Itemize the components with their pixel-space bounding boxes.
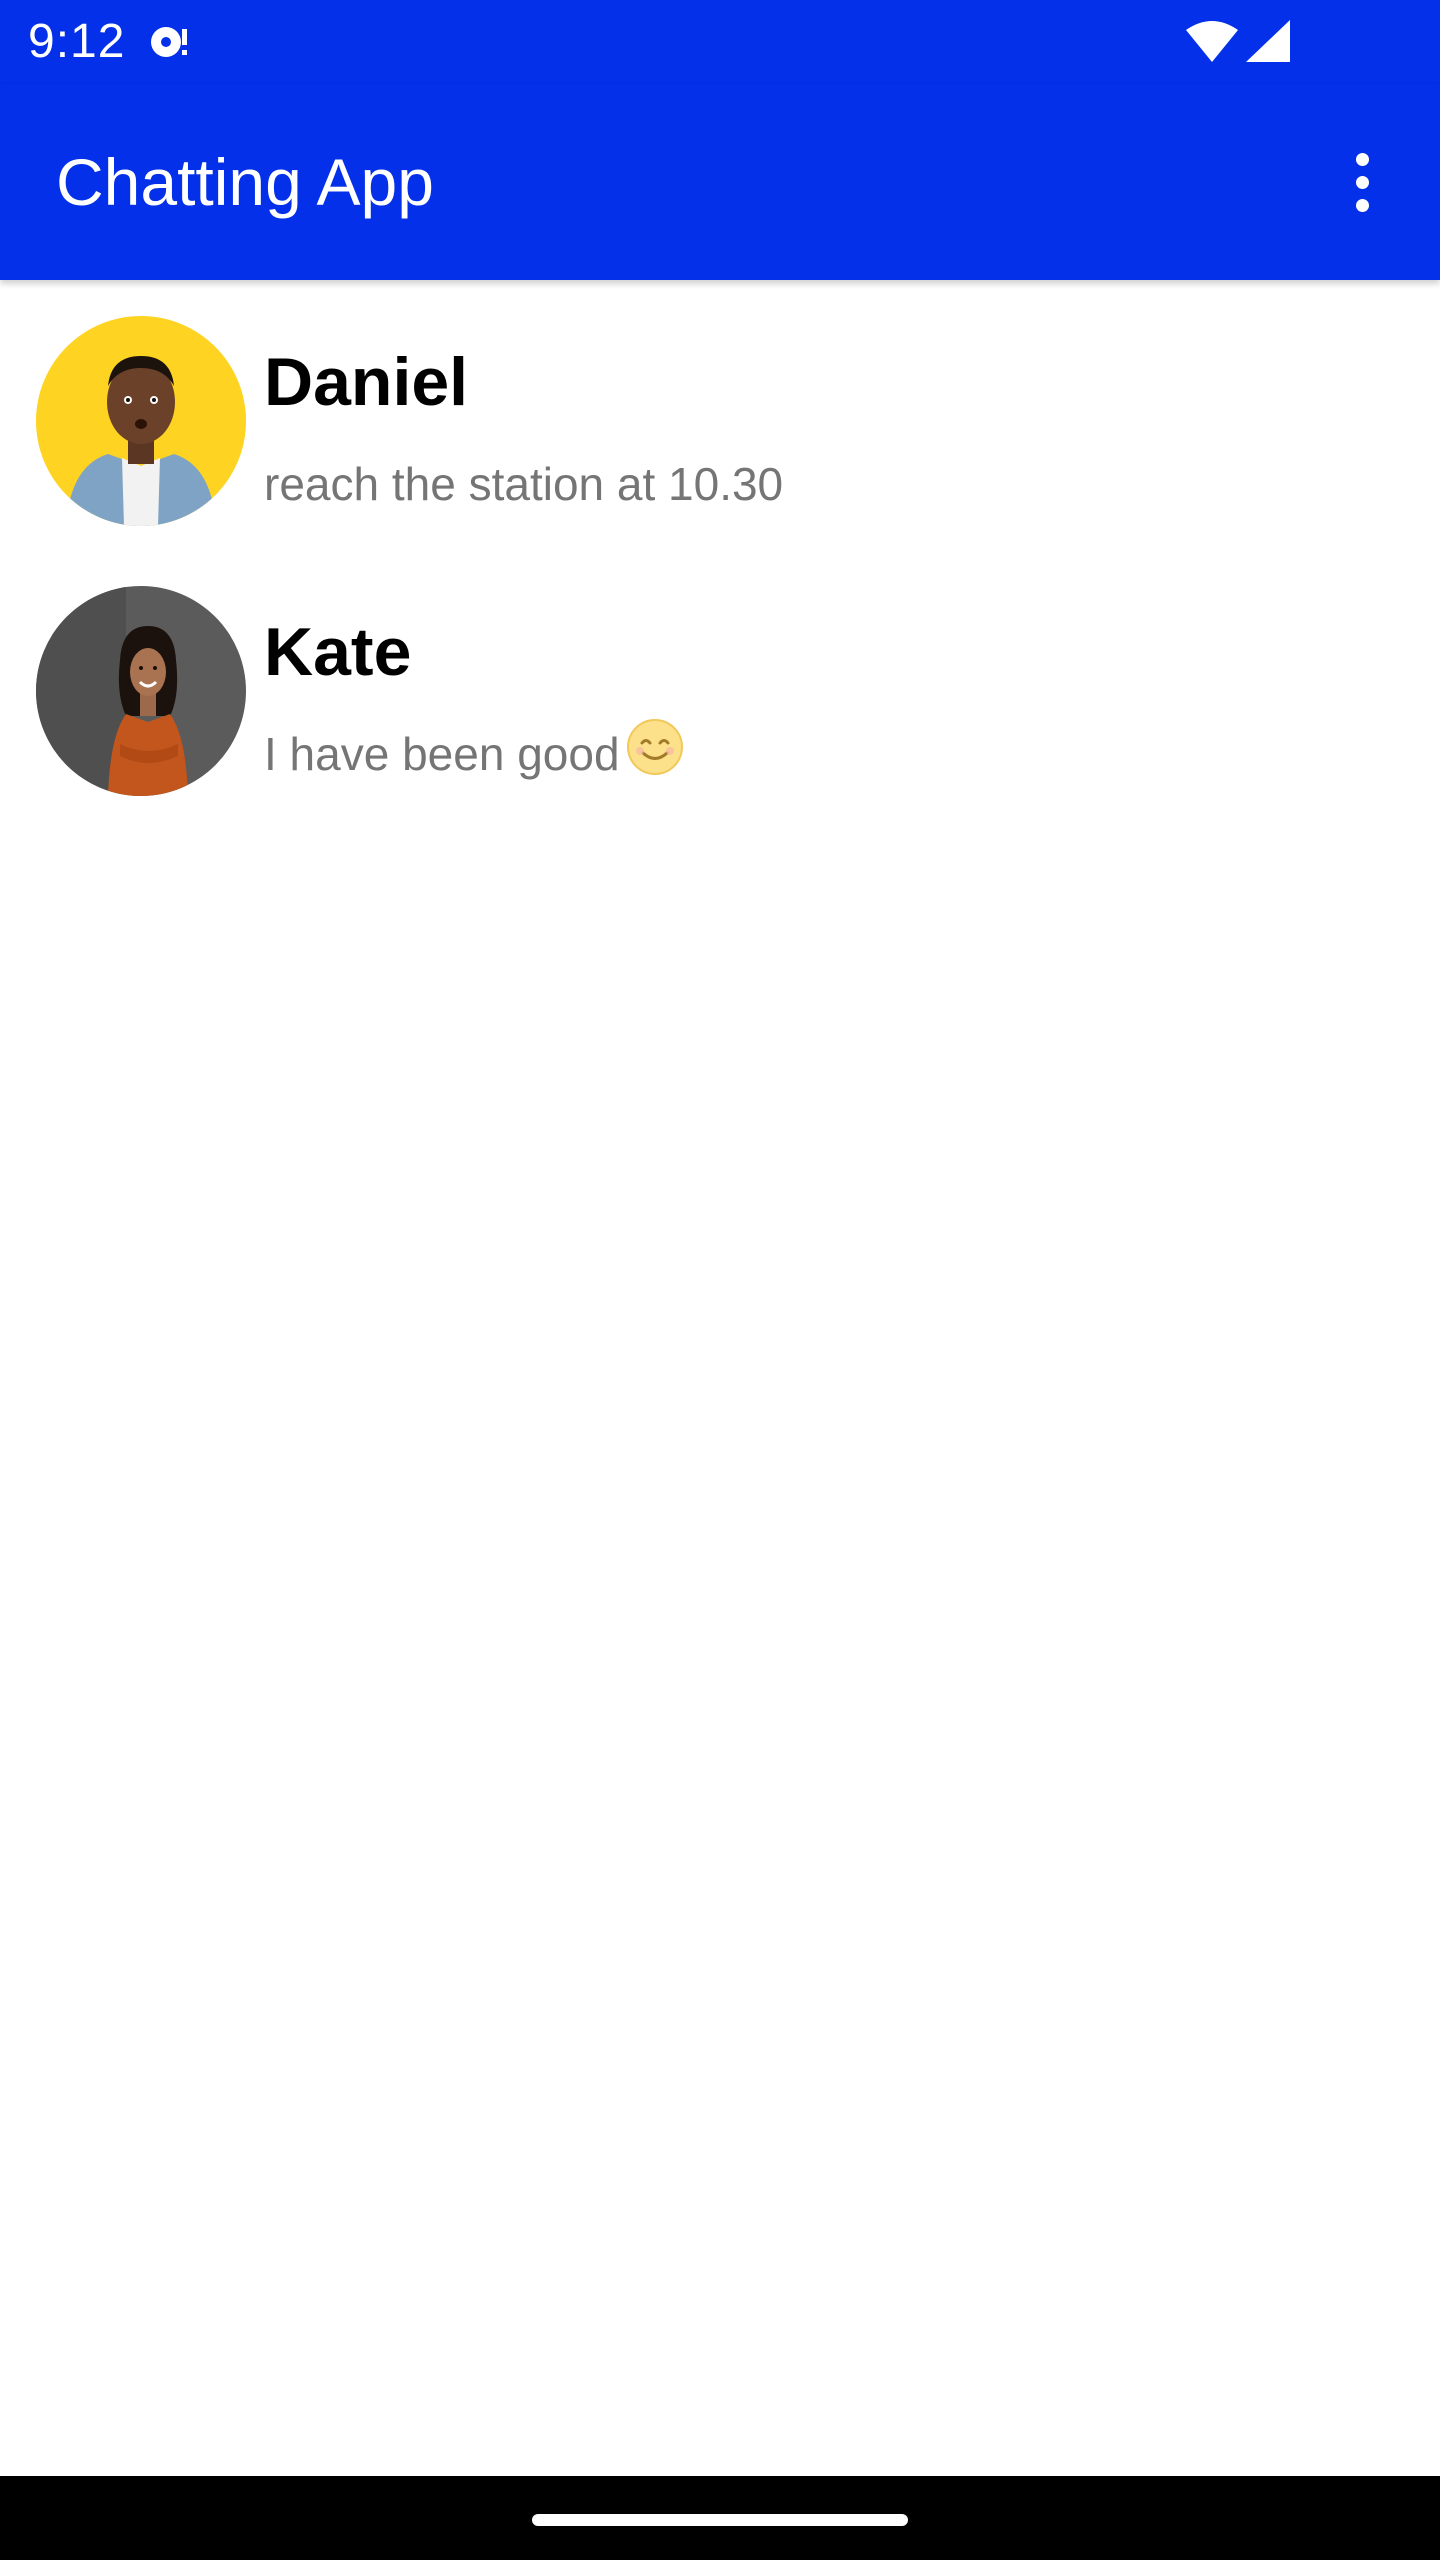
cell-signal-icon <box>1244 18 1292 64</box>
home-gesture-handle[interactable] <box>532 2514 908 2526</box>
chat-list-item[interactable]: Daniel reach the station at 10.30 <box>0 280 1440 550</box>
chat-list: Daniel reach the station at 10.30 Kate I… <box>0 280 1440 820</box>
chat-name: Kate <box>264 614 412 690</box>
more-vert-icon[interactable] <box>1330 142 1394 222</box>
chat-preview: reach the station at 10.30 <box>264 458 784 510</box>
app-title: Chatting App <box>56 145 434 219</box>
chat-preview: I have been good <box>264 718 684 788</box>
chat-preview-text: I have been good <box>264 728 620 780</box>
app-bar: Chatting App <box>0 84 1440 280</box>
chat-list-item[interactable]: Kate I have been good <box>0 550 1440 820</box>
navigation-bar <box>0 2476 1440 2560</box>
status-bar: 9:12 <box>0 0 1440 84</box>
status-time: 9:12 <box>28 15 126 68</box>
wifi-icon <box>1184 20 1240 64</box>
sync-icon <box>146 22 196 62</box>
avatar <box>36 316 246 526</box>
chat-name: Daniel <box>264 344 469 420</box>
avatar <box>36 586 246 796</box>
smiling-face-icon <box>626 718 684 788</box>
